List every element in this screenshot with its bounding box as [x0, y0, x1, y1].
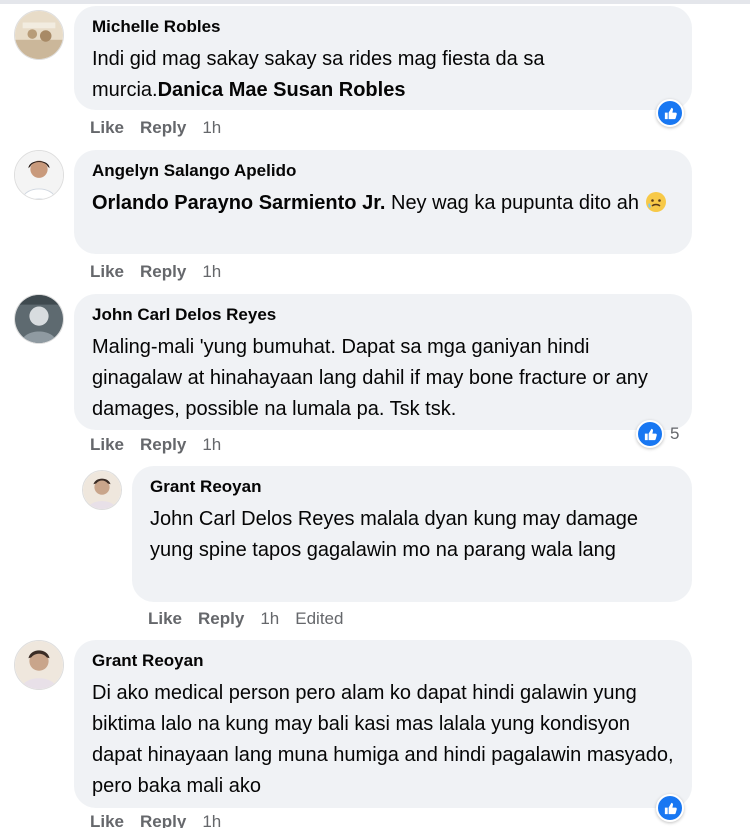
comment-author[interactable]: John Carl Delos Reyes	[92, 304, 676, 326]
avatar[interactable]	[14, 294, 64, 344]
mention-tag[interactable]: Danica Mae Susan Robles	[158, 79, 406, 101]
comment-text: Di ako medical person pero alam ko dapat…	[92, 682, 674, 797]
comment-text: Orlando Parayno Sarmiento Jr. Ney wag ka…	[92, 188, 676, 219]
like-button[interactable]: Like	[90, 812, 124, 828]
like-reaction-icon	[656, 794, 684, 822]
comment-text: Maling-mali 'yung bumuhat. Dapat sa mga …	[92, 336, 648, 420]
avatar[interactable]	[14, 640, 64, 690]
comment-text: Indi gid mag sakay sakay sa rides mag fi…	[92, 44, 676, 106]
mention-tag[interactable]: Orlando Parayno Sarmiento Jr.	[92, 192, 385, 214]
comment-text: John Carl Delos Reyes malala dyan kung m…	[150, 508, 639, 561]
like-button[interactable]: Like	[90, 262, 124, 282]
like-reaction-icon	[656, 99, 684, 127]
reaction-summary[interactable]	[656, 99, 684, 127]
avatar[interactable]	[82, 470, 122, 510]
comment-author[interactable]: Grant Reoyan	[150, 476, 676, 498]
comment-bubble: Grant Reoyan John Carl Delos Reyes malal…	[132, 466, 692, 602]
reply-button[interactable]: Reply	[198, 609, 244, 629]
top-divider	[0, 0, 750, 4]
reply-button[interactable]: Reply	[140, 435, 186, 455]
comment-actions: Like Reply 1h	[90, 435, 221, 455]
avatar[interactable]	[14, 10, 64, 60]
like-button[interactable]: Like	[148, 609, 182, 629]
comment-text-body: Ney wag ka pupunta dito ah	[385, 192, 645, 214]
like-button[interactable]: Like	[90, 118, 124, 138]
reaction-count: 5	[670, 424, 680, 443]
comment-actions: Like Reply 1h Edited	[148, 609, 343, 629]
like-button[interactable]: Like	[90, 435, 124, 455]
comment-timestamp[interactable]: 1h	[202, 435, 221, 455]
reply-button[interactable]: Reply	[140, 812, 186, 828]
edited-label[interactable]: Edited	[295, 609, 343, 629]
comment-bubble: Angelyn Salango Apelido Orlando Parayno …	[74, 150, 692, 254]
comment-author[interactable]: Michelle Robles	[92, 16, 676, 38]
comment-bubble: John Carl Delos Reyes Maling-mali 'yung …	[74, 294, 692, 430]
reaction-summary[interactable]	[656, 794, 684, 822]
comment-bubble: Michelle Robles Indi gid mag sakay sakay…	[74, 6, 692, 110]
like-reaction-icon	[636, 420, 664, 448]
comment-author[interactable]: Angelyn Salango Apelido	[92, 160, 676, 182]
comment-actions: Like Reply 1h	[90, 812, 221, 828]
face-holding-back-tears-emoji	[645, 191, 667, 213]
comment-timestamp[interactable]: 1h	[202, 118, 221, 138]
avatar[interactable]	[14, 150, 64, 200]
comment-timestamp[interactable]: 1h	[202, 812, 221, 828]
reaction-summary[interactable]: 5	[636, 420, 679, 448]
comment-bubble: Grant Reoyan Di ako medical person pero …	[74, 640, 692, 808]
comment-timestamp[interactable]: 1h	[260, 609, 279, 629]
reply-button[interactable]: Reply	[140, 262, 186, 282]
reply-button[interactable]: Reply	[140, 118, 186, 138]
comment-author[interactable]: Grant Reoyan	[92, 650, 676, 672]
comment-timestamp[interactable]: 1h	[202, 262, 221, 282]
comment-actions: Like Reply 1h	[90, 118, 221, 138]
comment-actions: Like Reply 1h	[90, 262, 221, 282]
